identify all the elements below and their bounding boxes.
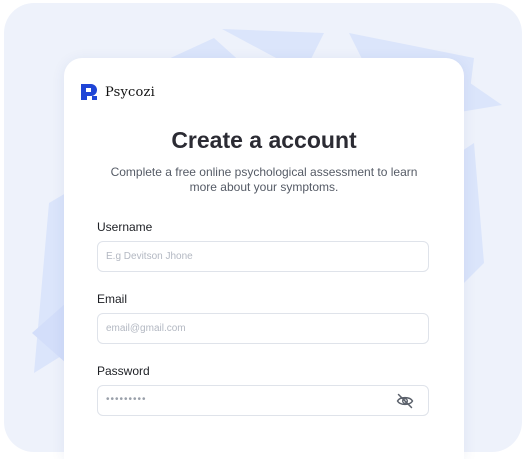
username-input[interactable] (98, 242, 386, 271)
eye-off-icon[interactable] (396, 393, 414, 409)
brand-name: Psycozi (105, 84, 155, 100)
page-subtitle: Complete a free online psychological ass… (110, 165, 418, 194)
email-label: Email (97, 292, 128, 306)
username-label: Username (97, 220, 153, 234)
brand: Psycozi (79, 82, 155, 102)
psycozi-logo-icon (81, 84, 97, 100)
page-title: Create a account (171, 127, 357, 153)
password-masked-value: ••••••••• (106, 394, 147, 405)
email-field-container (97, 313, 429, 344)
email-input[interactable] (98, 314, 386, 343)
signup-card: Psycozi Create a account Complete a free… (64, 58, 464, 459)
password-input[interactable]: ••••••••• (97, 385, 429, 416)
password-label: Password (97, 364, 150, 378)
username-field-container (97, 241, 429, 272)
